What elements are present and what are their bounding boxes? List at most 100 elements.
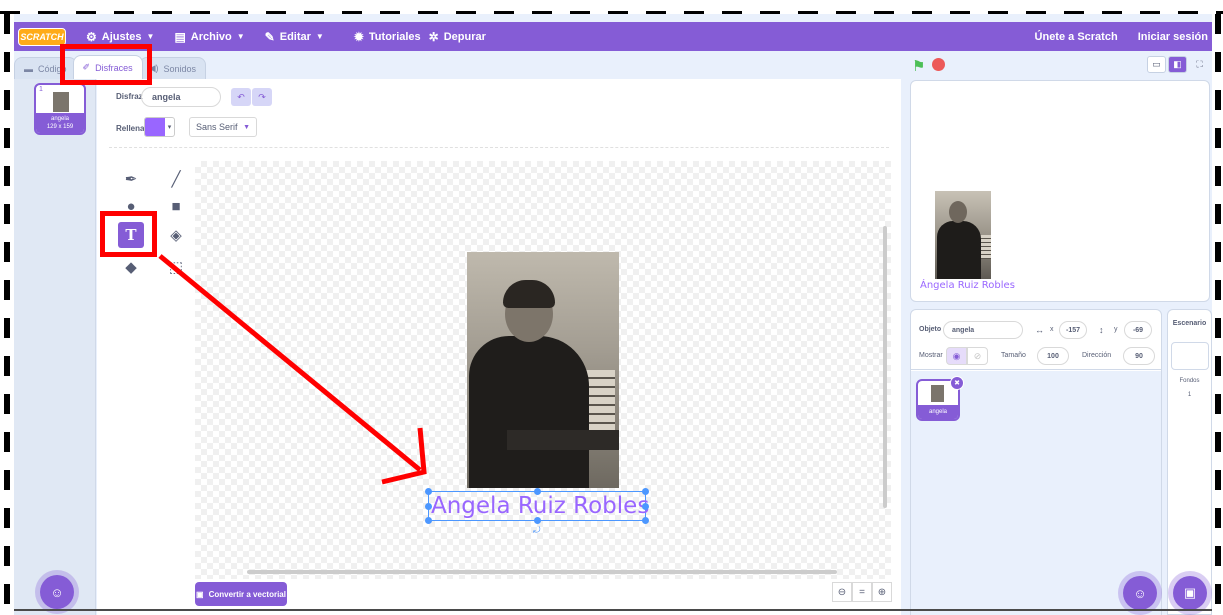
costume-photo[interactable] xyxy=(467,252,619,488)
stage[interactable]: Ángela Ruiz Robles xyxy=(910,80,1210,302)
rectangle-tool[interactable]: ■ xyxy=(163,193,189,219)
backdrop-icon: ▣ xyxy=(1183,585,1197,600)
small-stage-button[interactable]: ▭ xyxy=(1147,56,1166,73)
costume-item[interactable]: 1 angela 129 x 159 xyxy=(34,83,86,135)
show-sprite-button[interactable]: ◉ xyxy=(946,347,967,365)
sprite-name-input[interactable]: angela xyxy=(943,321,1023,339)
y-input[interactable]: -69 xyxy=(1124,321,1152,339)
choose-costume-button[interactable]: ☺ xyxy=(40,575,74,609)
zoom-in-icon: ⊕ xyxy=(877,586,887,598)
caret-down-icon: ▼ xyxy=(315,32,324,41)
rotation-handle-icon[interactable]: ⤾ xyxy=(533,525,541,536)
menu-tutorials[interactable]: ✹ Tutoriales xyxy=(354,30,421,44)
vertical-scrollbar[interactable] xyxy=(883,226,887,508)
border-right xyxy=(1212,14,1223,615)
line-tool[interactable]: ╱ xyxy=(163,166,189,192)
x-arrows-icon: ↔ xyxy=(1035,325,1044,335)
sign-in-link[interactable]: Iniciar sesión xyxy=(1138,31,1208,43)
zoom-reset-label: = xyxy=(859,586,865,598)
resize-handle[interactable] xyxy=(425,517,432,524)
fill-color-picker[interactable]: ▾ xyxy=(144,117,175,137)
eraser-tool[interactable]: ◆ xyxy=(118,254,144,280)
resize-handle[interactable] xyxy=(425,503,432,510)
horizontal-scrollbar[interactable] xyxy=(247,570,837,574)
scratch-logo[interactable]: SCRATCH xyxy=(18,27,66,46)
brush-icon: ✐ xyxy=(82,62,91,72)
delete-sprite-icon[interactable]: ✖ xyxy=(950,376,964,390)
caret-down-icon: ▼ xyxy=(146,32,155,41)
zoom-out-button[interactable]: ⊖ xyxy=(832,582,852,602)
menu-edit[interactable]: ✎ Editar ▼ xyxy=(265,30,324,44)
show-label: Mostrar xyxy=(919,352,943,359)
stage-sprite[interactable] xyxy=(935,191,991,279)
y-arrows-icon: ↕ xyxy=(1099,325,1104,335)
hide-sprite-button[interactable]: ⊘ xyxy=(967,347,988,365)
fullscreen-icon: ⛶ xyxy=(1196,59,1203,69)
stage-pane-title: Escenario xyxy=(1172,320,1207,327)
tab-sounds-label: Sonidos xyxy=(163,63,197,74)
resize-handle[interactable] xyxy=(425,488,432,495)
photo-table xyxy=(507,430,619,450)
border-top xyxy=(0,0,1223,14)
undo-button[interactable]: ↶ xyxy=(231,88,251,106)
undo-icon: ↶ xyxy=(237,91,245,102)
resize-handle[interactable] xyxy=(534,517,541,524)
menu-settings[interactable]: ⚙ Ajustes ▼ xyxy=(86,30,154,44)
font-select[interactable]: Sans Serif ▼ xyxy=(189,117,257,137)
costume-list: 1 angela 129 x 159 ☺ xyxy=(14,79,96,615)
fill-tool[interactable]: ◈ xyxy=(163,222,189,248)
menu-edit-label: Editar xyxy=(279,30,311,43)
brush-tool[interactable]: ✒ xyxy=(118,166,144,192)
paint-bucket-icon: ◈ xyxy=(170,227,182,244)
menu-file[interactable]: ▤ Archivo ▼ xyxy=(174,30,244,44)
gear-icon: ⚙ xyxy=(86,29,97,44)
rectangle-icon: ■ xyxy=(171,197,181,215)
editor-tabs: ▬ Código ✐ Disfraces ◀) Sonidos xyxy=(14,55,207,79)
menu-debug-label: Depurar xyxy=(443,30,486,43)
fullscreen-button[interactable]: ⛶ xyxy=(1190,56,1209,73)
resize-handle[interactable] xyxy=(642,488,649,495)
sprite-list: angela ✖ ☺ xyxy=(911,371,1161,615)
image-icon: ▣ xyxy=(196,589,204,599)
direction-input[interactable]: 90 xyxy=(1123,347,1155,365)
green-flag-icon[interactable]: ⚑ xyxy=(912,57,925,75)
tab-costumes[interactable]: ✐ Disfraces xyxy=(72,55,143,79)
zoom-in-button[interactable]: ⊕ xyxy=(872,582,892,602)
convert-to-vector-button[interactable]: ▣ Convertir a vectorial xyxy=(195,582,287,606)
x-label: x xyxy=(1050,326,1054,333)
fill-color-swatch xyxy=(145,118,165,136)
small-stage-icon: ▭ xyxy=(1152,59,1161,69)
text-selection-box[interactable]: Angela Ruiz Robles xyxy=(425,488,649,524)
large-stage-button[interactable]: ◧ xyxy=(1168,56,1187,73)
caret-down-icon: ▼ xyxy=(236,32,245,41)
photo-hair xyxy=(503,280,555,308)
select-tool[interactable]: ⬚ xyxy=(163,254,189,280)
line-icon: ╱ xyxy=(171,171,181,188)
x-input[interactable]: -157 xyxy=(1059,321,1087,339)
join-scratch-link[interactable]: Únete a Scratch xyxy=(1035,31,1118,43)
redo-button[interactable]: ↷ xyxy=(252,88,272,106)
eraser-icon: ◆ xyxy=(125,259,137,276)
menu-debug[interactable]: ✲ Depurar xyxy=(429,30,486,44)
redo-icon: ↷ xyxy=(258,91,266,102)
zoom-reset-button[interactable]: = xyxy=(852,582,872,602)
choose-backdrop-button[interactable]: ▣ xyxy=(1173,576,1207,610)
brush-icon: ✒ xyxy=(124,171,138,188)
resize-handle[interactable] xyxy=(642,517,649,524)
bug-icon: ✲ xyxy=(428,29,439,44)
costume-name-input[interactable]: angela xyxy=(141,87,221,107)
menu-settings-label: Ajustes xyxy=(101,30,142,43)
lightbulb-icon: ✹ xyxy=(353,29,364,44)
choose-sprite-button[interactable]: ☺ xyxy=(1123,576,1157,610)
resize-handle[interactable] xyxy=(642,503,649,510)
paint-editor: Disfraz angela ↶ ↷ Rellenar ▾ Sans Serif… xyxy=(97,79,901,615)
stop-icon[interactable] xyxy=(932,58,945,71)
resize-handle[interactable] xyxy=(534,488,541,495)
size-input[interactable]: 100 xyxy=(1037,347,1069,365)
stage-thumbnail[interactable] xyxy=(1171,342,1209,370)
convert-label: Convertir a vectorial xyxy=(208,589,286,599)
canvas-text[interactable]: Angela Ruiz Robles xyxy=(431,492,649,520)
code-icon: ▬ xyxy=(24,63,33,74)
backdrops-label: Fondos xyxy=(1179,378,1200,384)
caret-down-icon: ▼ xyxy=(243,123,250,131)
